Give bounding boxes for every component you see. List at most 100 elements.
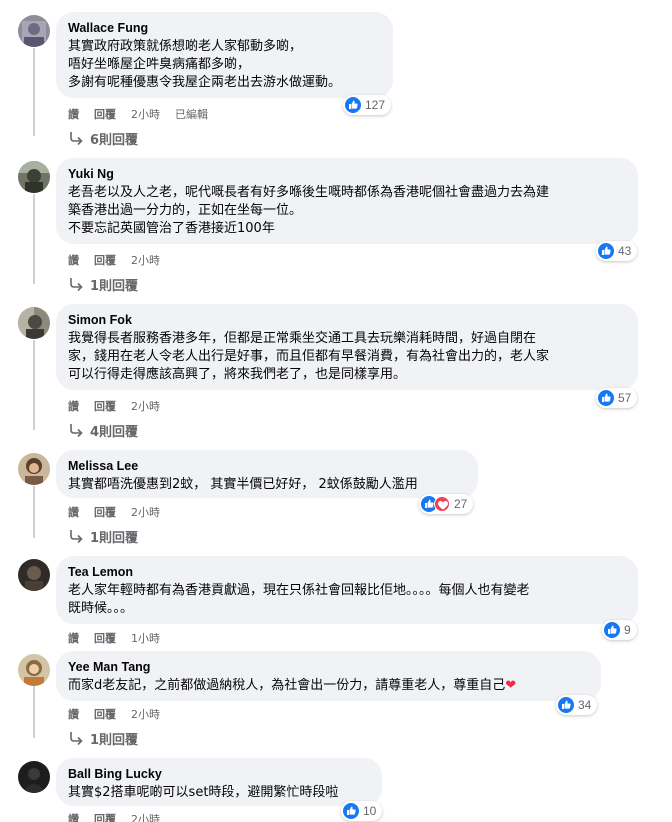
reply-button[interactable]: 回覆 xyxy=(94,504,116,520)
comment-actions: 讚 回覆 2小時 xyxy=(68,706,175,722)
like-button[interactable]: 讚 xyxy=(68,398,79,414)
love-icon xyxy=(434,496,450,512)
reaction-summary[interactable]: 57 xyxy=(596,388,638,408)
timestamp[interactable]: 2小時 xyxy=(131,252,160,268)
reaction-summary[interactable]: 10 xyxy=(341,801,383,821)
thread-line xyxy=(33,486,35,538)
reply-button[interactable]: 回覆 xyxy=(94,398,116,414)
reply-button[interactable]: 回覆 xyxy=(94,706,116,722)
timestamp[interactable]: 2小時 xyxy=(131,398,160,414)
comment-actions: 讚 回覆 2小時 xyxy=(68,504,175,520)
comment-actions: 讚 回覆 2小時 xyxy=(68,252,175,268)
comment-author[interactable]: Melissa Lee xyxy=(68,458,466,474)
replies-label: 1則回覆 xyxy=(90,278,139,294)
like-button[interactable]: 讚 xyxy=(68,504,79,520)
reply-arrow-icon xyxy=(70,424,83,437)
reaction-summary[interactable]: 127 xyxy=(343,95,392,115)
reaction-count: 10 xyxy=(363,804,377,818)
like-icon xyxy=(345,97,361,113)
like-icon xyxy=(343,803,359,819)
reaction-count: 9 xyxy=(624,623,631,637)
comment-text: 我覺得長者服務香港多年，佢都是正常乘坐交通工具去玩樂消耗時間，好過自閉在 家，錢… xyxy=(68,331,550,382)
avatar[interactable] xyxy=(18,654,50,686)
heart-icon: ❤ xyxy=(505,678,517,693)
thread-line xyxy=(33,684,35,738)
reaction-summary[interactable]: 27 xyxy=(419,494,474,514)
view-replies-button[interactable]: 1則回覆 xyxy=(68,526,138,546)
replies-label: 6則回覆 xyxy=(90,132,139,148)
comment-author[interactable]: Wallace Fung xyxy=(68,20,381,36)
timestamp[interactable]: 1小時 xyxy=(131,630,160,646)
timestamp[interactable]: 2小時 xyxy=(131,504,160,520)
view-replies-button[interactable]: 6則回覆 xyxy=(68,128,138,148)
like-button[interactable]: 讚 xyxy=(68,630,79,646)
reaction-summary[interactable]: 9 xyxy=(602,620,637,640)
avatar[interactable] xyxy=(18,15,50,47)
thread-line xyxy=(33,48,35,136)
comment-author[interactable]: Yuki Ng xyxy=(68,166,626,182)
reply-button[interactable]: 回覆 xyxy=(94,106,116,122)
reaction-summary[interactable]: 34 xyxy=(556,695,598,715)
reaction-count: 127 xyxy=(365,98,386,112)
like-button[interactable]: 讚 xyxy=(68,811,79,822)
like-button[interactable]: 讚 xyxy=(68,252,79,268)
reply-arrow-icon xyxy=(70,278,83,291)
reply-arrow-icon xyxy=(70,132,83,145)
view-replies-button[interactable]: 4則回覆 xyxy=(68,420,138,440)
comment-bubble: Simon Fok 我覺得長者服務香港多年，佢都是正常乘坐交通工具去玩樂消耗時間… xyxy=(56,304,638,390)
reply-button[interactable]: 回覆 xyxy=(94,630,116,646)
view-replies-button[interactable]: 1則回覆 xyxy=(68,728,138,748)
comment-author[interactable]: Tea Lemon xyxy=(68,564,626,580)
replies-label: 4則回覆 xyxy=(90,424,139,440)
view-replies-button[interactable]: 1則回覆 xyxy=(68,274,138,294)
reply-button[interactable]: 回覆 xyxy=(94,811,116,822)
like-button[interactable]: 讚 xyxy=(68,106,79,122)
timestamp[interactable]: 2小時 xyxy=(131,706,160,722)
reply-arrow-icon xyxy=(70,530,83,543)
comment-author[interactable]: Yee Man Tang xyxy=(68,659,589,675)
reply-arrow-icon xyxy=(70,732,83,745)
comment-text-body: 而家d老友記，之前都做過納稅人，為社會出一份力，請尊重老人，尊重自己 xyxy=(68,678,506,693)
comment-bubble: Wallace Fung 其實政府政策就係想啲老人家郁動多啲， 唔好坐喺屋企吽臭… xyxy=(56,12,393,98)
thread-line xyxy=(33,194,35,284)
comment-text: 其實$2搭車呢啲可以set時段，避開繁忙時段啦 xyxy=(68,785,339,800)
comment-text: 而家d老友記，之前都做過納稅人，為社會出一份力，請尊重老人，尊重自己❤ xyxy=(68,677,589,695)
like-icon xyxy=(598,390,614,406)
thread-line xyxy=(33,340,35,430)
comment-section: Wallace Fung 其實政府政策就係想啲老人家郁動多啲， 唔好坐喺屋企吽臭… xyxy=(0,0,672,822)
replies-label: 1則回覆 xyxy=(90,530,139,546)
comment-text: 老吾老以及人之老，呢代嘅長者有好多喺後生嘅時都係為香港呢個社會盡過力去為建 築香… xyxy=(68,185,550,236)
comment-actions: 讚 回覆 2小時 已編輯 xyxy=(68,106,223,122)
avatar[interactable] xyxy=(18,307,50,339)
comment-actions: 讚 回覆 2小時 xyxy=(68,811,175,822)
comment-text: 其實都唔洗優惠到2蚊， 其實半價已好好， 2蚊係鼓勵人濫用 xyxy=(68,477,418,492)
comment-actions: 讚 回覆 2小時 xyxy=(68,398,175,414)
like-icon xyxy=(558,697,574,713)
avatar[interactable] xyxy=(18,761,50,793)
edited-label: 已編輯 xyxy=(175,108,208,121)
reaction-count: 27 xyxy=(454,497,468,511)
reaction-summary[interactable]: 43 xyxy=(596,241,638,261)
replies-label: 1則回覆 xyxy=(90,732,139,748)
comment-bubble: Yee Man Tang 而家d老友記，之前都做過納稅人，為社會出一份力，請尊重… xyxy=(56,651,601,701)
comment-actions: 讚 回覆 1小時 xyxy=(68,630,175,646)
like-button[interactable]: 讚 xyxy=(68,706,79,722)
reaction-count: 34 xyxy=(578,698,592,712)
timestamp[interactable]: 2小時 xyxy=(131,106,160,122)
avatar[interactable] xyxy=(18,161,50,193)
timestamp[interactable]: 2小時 xyxy=(131,811,160,822)
avatar[interactable] xyxy=(18,453,50,485)
reaction-count: 43 xyxy=(618,244,632,258)
comment-bubble: Melissa Lee 其實都唔洗優惠到2蚊， 其實半價已好好， 2蚊係鼓勵人濫… xyxy=(56,450,478,498)
avatar[interactable] xyxy=(18,559,50,591)
comment-author[interactable]: Simon Fok xyxy=(68,312,626,328)
reply-button[interactable]: 回覆 xyxy=(94,252,116,268)
like-icon xyxy=(598,243,614,259)
comment-bubble: Yuki Ng 老吾老以及人之老，呢代嘅長者有好多喺後生嘅時都係為香港呢個社會盡… xyxy=(56,158,638,244)
comment-bubble: Tea Lemon 老人家年輕時都有為香港貢獻過，現在只係社會回報比佢地。。。。… xyxy=(56,556,638,624)
comment-bubble: Ball Bing Lucky 其實$2搭車呢啲可以set時段，避開繁忙時段啦 xyxy=(56,758,382,806)
comment-text: 老人家年輕時都有為香港貢獻過，現在只係社會回報比佢地。。。。每個人也有變老 既時… xyxy=(68,583,530,616)
comment-text: 其實政府政策就係想啲老人家郁動多啲， 唔好坐喺屋企吽臭病痛都多啲， 多謝有呢種優… xyxy=(68,39,342,90)
comment-author[interactable]: Ball Bing Lucky xyxy=(68,766,370,782)
like-icon xyxy=(604,622,620,638)
